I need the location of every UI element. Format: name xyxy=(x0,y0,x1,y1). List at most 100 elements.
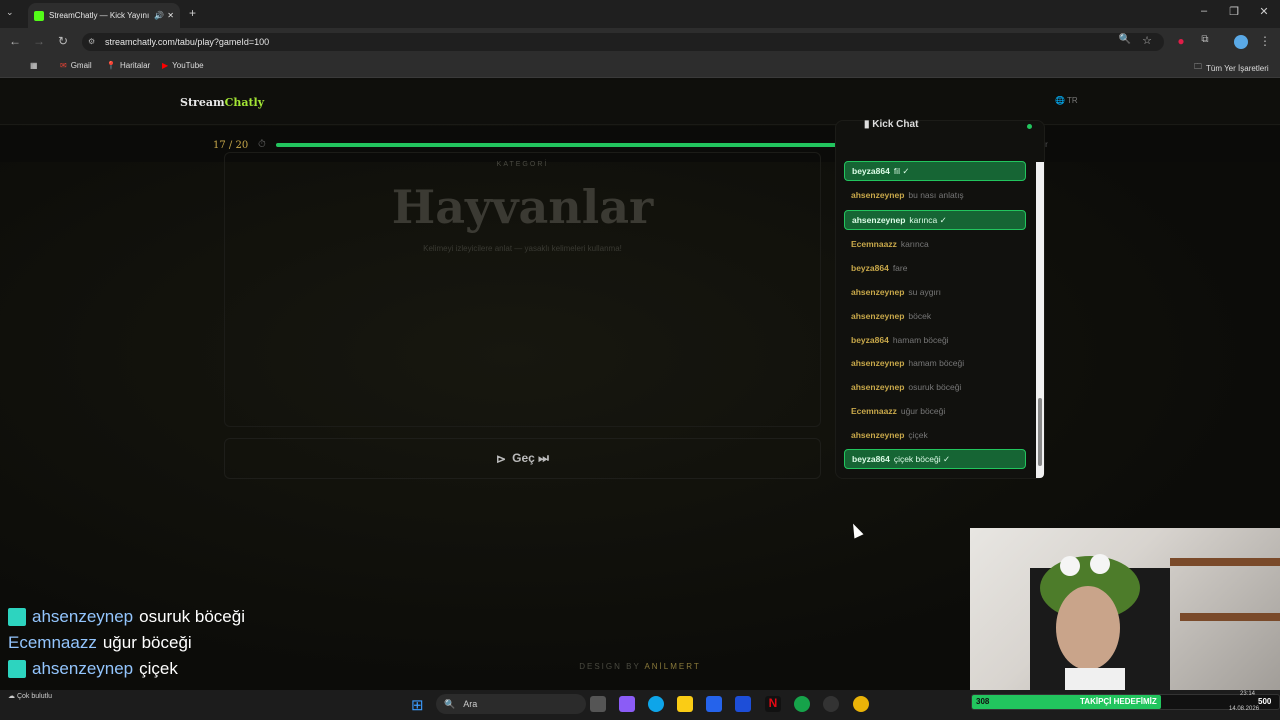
webcam-feed xyxy=(970,528,1280,692)
chat-username[interactable]: ahsenzeynep xyxy=(851,430,904,440)
taskbar-search[interactable]: 🔍 Ara xyxy=(436,694,586,714)
cloud-icon: ☁ xyxy=(8,693,15,700)
extensions-puzzle-icon[interactable]: ⧉ xyxy=(1197,34,1213,45)
footer-prefix: DESIGN BY xyxy=(579,662,641,671)
minimize-button[interactable]: – xyxy=(1194,5,1214,17)
chat-text: bu nası anlatış xyxy=(908,190,964,200)
subscriber-badge-icon xyxy=(8,608,26,626)
live-status-dot xyxy=(1027,124,1032,129)
chat-message: beyza864 çiçek böceği ✓ xyxy=(844,449,1026,469)
chat-text: böcek xyxy=(908,311,932,321)
weather-label: Çok bulutlu xyxy=(16,693,52,700)
maps-pin-icon: 📍 xyxy=(106,61,116,70)
chat-text: uğur böceği xyxy=(900,406,946,416)
bookmark-youtube[interactable]: ▶ YouTube xyxy=(162,61,204,70)
chat-username[interactable]: ahsenzeynep xyxy=(851,358,904,368)
zoom-icon[interactable]: 🔍 xyxy=(1117,34,1133,45)
category-label: KATEGORİ xyxy=(496,161,549,168)
back-arrow-icon[interactable]: ← xyxy=(7,34,23,48)
chat-username[interactable]: ahsenzeynep xyxy=(851,190,904,200)
chat-text: su aygırı xyxy=(908,287,941,297)
chat-username[interactable]: Ecemnaazz xyxy=(851,406,897,416)
tab-list-button[interactable]: ⌄ xyxy=(6,7,14,18)
chat-scrollbar-thumb[interactable] xyxy=(1038,398,1042,466)
chat-message: ahsenzeynep hamam böceği xyxy=(844,353,1026,373)
system-clock[interactable]: 23:14 xyxy=(1240,691,1255,697)
search-placeholder: Ara xyxy=(463,699,478,709)
chat-username[interactable]: ahsenzeynep xyxy=(851,311,904,321)
skip-icon: ⊳ xyxy=(496,451,507,466)
tab-close-icon[interactable]: ✕ xyxy=(167,11,174,20)
bookmark-gmail[interactable]: ✉ Gmail xyxy=(60,61,92,70)
file-explorer-icon[interactable] xyxy=(677,696,693,712)
globe-icon: 🌐 xyxy=(1055,96,1065,105)
bookmark-label: Haritalar xyxy=(119,61,151,70)
site-info-icon[interactable]: ⚙ xyxy=(88,37,95,46)
chat-text: fil ✓ xyxy=(893,165,910,176)
chat-username[interactable]: ahsenzeynep xyxy=(852,215,905,225)
footer-author[interactable]: ANİLMERT xyxy=(644,662,700,671)
bookmark-star-icon[interactable]: ☆ xyxy=(1139,34,1155,47)
chrome-active-icon[interactable] xyxy=(853,696,869,712)
chat-username[interactable]: beyza864 xyxy=(852,166,890,176)
chat-text: osuruk böceği xyxy=(908,382,962,392)
chat-message: ahsenzeynep çiçek xyxy=(844,425,1026,445)
logo-accent: Chatly xyxy=(224,96,265,109)
chat-username[interactable]: beyza864 xyxy=(851,263,889,273)
all-bookmarks[interactable]: 🗀 Tüm Yer İşaretleri xyxy=(1194,61,1269,75)
chat-text: çiçek xyxy=(908,430,928,440)
chat-username[interactable]: beyza864 xyxy=(851,335,889,345)
restore-button[interactable]: ❐ xyxy=(1224,5,1244,18)
edge-icon[interactable] xyxy=(648,696,664,712)
chat-message: beyza864 fare xyxy=(844,258,1026,278)
progress-fill xyxy=(276,143,848,147)
obs-icon[interactable] xyxy=(823,696,839,712)
timer-icon: ⏱ xyxy=(258,139,266,150)
new-tab-button[interactable]: + xyxy=(189,6,196,20)
speaker-icon: 🔊 xyxy=(154,11,165,20)
site-logo[interactable]: StreamChatly xyxy=(180,96,264,109)
chat-username[interactable]: beyza864 xyxy=(852,454,890,464)
menu-kebab-icon[interactable]: ⋮ xyxy=(1257,34,1273,48)
overlay-text: osuruk böceği xyxy=(139,607,245,626)
language-label: TR xyxy=(1067,96,1078,105)
profile-avatar[interactable] xyxy=(1234,35,1248,49)
extension-icon[interactable]: ● xyxy=(1173,34,1189,48)
browser-tab-active[interactable]: StreamChatly — Kick Yayını 🔊 ✕ xyxy=(28,3,180,28)
windows-start-icon[interactable]: ⊞ xyxy=(411,696,424,714)
tab-title: StreamChatly — Kick Yayını xyxy=(49,11,150,20)
url-text[interactable]: streamchatly.com/tabu/play?gameId=100 xyxy=(105,37,269,47)
skip-button[interactable]: ⊳ Geç ⏭ xyxy=(224,438,821,479)
chat-text: fare xyxy=(892,263,908,273)
chat-message: ahsenzeynep osuruk böceği xyxy=(844,377,1026,397)
netflix-icon[interactable]: N xyxy=(765,696,781,712)
chat-message: Ecemnaazz uğur böceği xyxy=(844,401,1026,421)
chat-message: ahsenzeynep bu nası anlatış xyxy=(844,185,1026,205)
task-view-icon[interactable] xyxy=(590,696,606,712)
folder-icon: 🗀 xyxy=(1194,62,1202,71)
chat-username[interactable]: Ecemnaazz xyxy=(851,239,897,249)
bookmark-haritalar[interactable]: 📍 Haritalar xyxy=(106,61,150,70)
clock-time: 23:14 xyxy=(1240,691,1256,697)
calculator-icon[interactable] xyxy=(735,696,751,712)
apps-grid-icon[interactable]: ▦ xyxy=(30,61,38,70)
gmail-icon: ✉ xyxy=(60,61,67,70)
all-bookmarks-label: Tüm Yer İşaretleri xyxy=(1206,63,1269,73)
weather-widget[interactable]: ☁ Çok bulutlu xyxy=(8,692,52,700)
bookmark-label: Gmail xyxy=(70,61,92,70)
forward-arrow-icon[interactable]: → xyxy=(31,34,47,48)
target-word: Hayvanlar xyxy=(391,180,654,234)
chrome-icon[interactable] xyxy=(794,696,810,712)
chat-message: ahsenzeynep böcek xyxy=(844,306,1026,326)
bookmark-label: YouTube xyxy=(172,61,204,70)
webcam-illustration xyxy=(1030,554,1280,692)
copilot-icon[interactable] xyxy=(619,696,635,712)
youtube-icon: ▶ xyxy=(162,61,169,70)
chat-username[interactable]: ahsenzeynep xyxy=(851,382,904,392)
chat-text: çiçek böceği ✓ xyxy=(893,453,951,464)
chat-username[interactable]: ahsenzeynep xyxy=(851,287,904,297)
window-close-button[interactable]: ✕ xyxy=(1254,5,1274,18)
language-switch[interactable]: 🌐 TR xyxy=(1055,96,1078,105)
store-icon[interactable] xyxy=(706,696,722,712)
reload-icon[interactable]: ↻ xyxy=(55,34,71,48)
